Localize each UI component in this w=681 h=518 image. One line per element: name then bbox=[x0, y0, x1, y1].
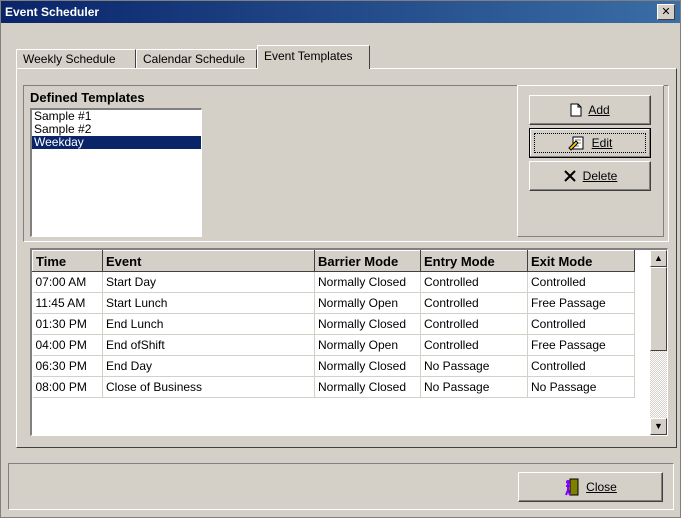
cell-barrier-mode: Normally Open bbox=[314, 334, 421, 356]
cell-barrier-mode: Normally Closed bbox=[314, 355, 421, 377]
cell-event: Close of Business bbox=[102, 376, 315, 398]
cell-barrier-mode: Normally Closed bbox=[314, 376, 421, 398]
cell-time: 06:30 PM bbox=[32, 355, 103, 377]
table-row[interactable]: 01:30 PM End Lunch Normally Closed Contr… bbox=[32, 313, 635, 335]
cell-time: 01:30 PM bbox=[32, 313, 103, 335]
events-table: Time Event Barrier Mode Entry Mode Exit … bbox=[32, 250, 635, 398]
tab-label: Weekly Schedule bbox=[23, 52, 116, 66]
cell-event: Start Day bbox=[102, 271, 315, 293]
cell-exit-mode: Free Passage bbox=[527, 334, 635, 356]
cell-time: 04:00 PM bbox=[32, 334, 103, 356]
cell-exit-mode: Free Passage bbox=[527, 292, 635, 314]
close-button-label: Close bbox=[586, 480, 617, 494]
edit-button[interactable]: Edit bbox=[529, 128, 651, 158]
add-button[interactable]: Add bbox=[529, 95, 651, 125]
cell-time: 07:00 AM bbox=[32, 271, 103, 293]
new-document-icon bbox=[570, 103, 582, 117]
tab-weekly-schedule[interactable]: Weekly Schedule bbox=[16, 49, 136, 68]
cell-entry-mode: No Passage bbox=[420, 355, 528, 377]
cell-event: End Lunch bbox=[102, 313, 315, 335]
templates-listbox[interactable]: Sample #1 Sample #2 Weekday bbox=[30, 108, 202, 237]
column-header-exit-mode[interactable]: Exit Mode bbox=[527, 250, 635, 272]
scroll-thumb[interactable] bbox=[650, 267, 667, 351]
tab-event-templates[interactable]: Event Templates bbox=[257, 45, 370, 69]
list-item-selected[interactable]: Weekday bbox=[32, 136, 201, 149]
cell-entry-mode: Controlled bbox=[420, 334, 528, 356]
table-row[interactable]: 06:30 PM End Day Normally Closed No Pass… bbox=[32, 355, 635, 377]
header-row: Time Event Barrier Mode Entry Mode Exit … bbox=[32, 250, 635, 272]
title-bar: Event Scheduler ✕ bbox=[1, 1, 680, 23]
exit-door-icon bbox=[565, 478, 579, 496]
cell-entry-mode: Controlled bbox=[420, 271, 528, 293]
tab-calendar-schedule[interactable]: Calendar Schedule bbox=[136, 49, 257, 68]
tab-label: Event Templates bbox=[264, 49, 353, 63]
cell-time: 08:00 PM bbox=[32, 376, 103, 398]
table-row[interactable]: 04:00 PM End ofShift Normally Open Contr… bbox=[32, 334, 635, 356]
cell-barrier-mode: Normally Closed bbox=[314, 313, 421, 335]
add-button-label: Add bbox=[588, 103, 610, 117]
cell-event: Start Lunch bbox=[102, 292, 315, 314]
scroll-down-arrow-icon[interactable]: ▼ bbox=[650, 418, 667, 435]
close-button[interactable]: Close bbox=[518, 472, 663, 502]
cell-entry-mode: Controlled bbox=[420, 313, 528, 335]
delete-x-icon bbox=[563, 170, 576, 182]
events-grid[interactable]: Time Event Barrier Mode Entry Mode Exit … bbox=[30, 248, 668, 436]
cell-exit-mode: No Passage bbox=[527, 376, 635, 398]
tab-label: Calendar Schedule bbox=[143, 52, 246, 66]
table-row[interactable]: 08:00 PM Close of Business Normally Clos… bbox=[32, 376, 635, 398]
delete-button-label: Delete bbox=[582, 169, 618, 183]
cell-exit-mode: Controlled bbox=[527, 355, 635, 377]
window-title: Event Scheduler bbox=[5, 5, 100, 19]
cell-time: 11:45 AM bbox=[32, 292, 103, 314]
scroll-up-arrow-icon[interactable]: ▲ bbox=[650, 250, 667, 267]
table-row[interactable]: 07:00 AM Start Day Normally Closed Contr… bbox=[32, 271, 635, 293]
focus-ring bbox=[534, 133, 646, 153]
cell-entry-mode: Controlled bbox=[420, 292, 528, 314]
defined-templates-heading: Defined Templates bbox=[30, 90, 145, 105]
column-header-barrier-mode[interactable]: Barrier Mode bbox=[314, 250, 421, 272]
window-close-button[interactable]: ✕ bbox=[657, 4, 675, 20]
table-row[interactable]: 11:45 AM Start Lunch Normally Open Contr… bbox=[32, 292, 635, 314]
cell-entry-mode: No Passage bbox=[420, 376, 528, 398]
cell-barrier-mode: Normally Open bbox=[314, 292, 421, 314]
column-header-event[interactable]: Event bbox=[102, 250, 315, 272]
event-scheduler-window: Event Scheduler ✕ Weekly Schedule Calend… bbox=[0, 0, 681, 518]
cell-event: End Day bbox=[102, 355, 315, 377]
vertical-scrollbar[interactable]: ▲ ▼ bbox=[650, 250, 667, 435]
cell-event: End ofShift bbox=[102, 334, 315, 356]
column-header-entry-mode[interactable]: Entry Mode bbox=[420, 250, 528, 272]
cell-exit-mode: Controlled bbox=[527, 313, 635, 335]
cell-barrier-mode: Normally Closed bbox=[314, 271, 421, 293]
cell-exit-mode: Controlled bbox=[527, 271, 635, 293]
column-header-time[interactable]: Time bbox=[32, 250, 103, 272]
delete-button[interactable]: Delete bbox=[529, 161, 651, 191]
